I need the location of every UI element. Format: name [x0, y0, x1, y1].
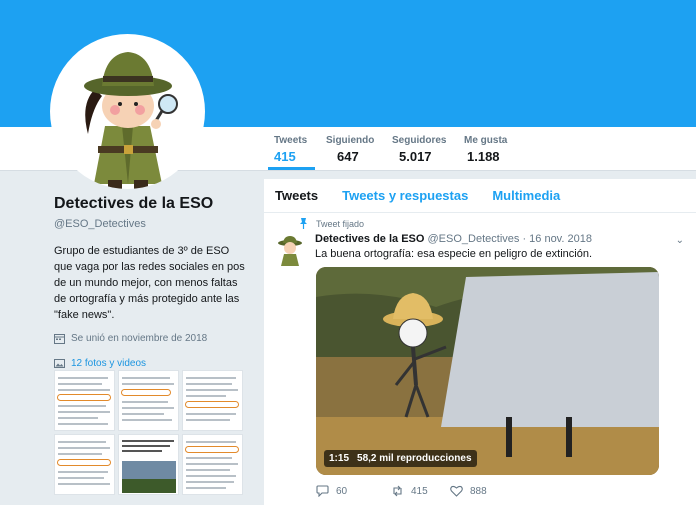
image-icon: [54, 359, 65, 368]
active-stat-underline: [268, 167, 315, 170]
media-link-text[interactable]: 12 fotos y videos: [71, 358, 146, 369]
retweet-count: 415: [411, 485, 428, 497]
tweet-video[interactable]: 1:15 58,2 mil reproducciones: [316, 267, 659, 475]
media-thumbnails: [54, 370, 244, 495]
stat-label: Seguidores: [392, 135, 447, 146]
reply-button[interactable]: 60: [316, 485, 374, 497]
stat-following[interactable]: Siguiendo 647: [326, 135, 374, 164]
tab-media[interactable]: Multimedia: [492, 188, 560, 203]
stat-value: 1.188: [467, 149, 500, 164]
profile-bio: Grupo de estudiantes de 3º de ESO que va…: [54, 245, 245, 321]
media-thumb[interactable]: [54, 434, 115, 495]
joined-text: Se unió en noviembre de 2018: [71, 333, 208, 344]
timeline-tabs: Tweets Tweets y respuestas Multimedia: [264, 179, 696, 213]
stat-label: Tweets: [274, 135, 308, 146]
media-thumb[interactable]: [118, 434, 179, 495]
retweet-icon: [393, 485, 402, 497]
like-count: 888: [470, 485, 487, 497]
media-link[interactable]: 12 fotos y videos: [54, 358, 254, 369]
stat-value: 5.017: [399, 149, 432, 164]
tweet-author-name[interactable]: Detectives de la ESO: [315, 233, 424, 245]
profile-name[interactable]: Detectives de la ESO: [54, 195, 254, 213]
like-icon: [450, 485, 463, 497]
video-views: 58,2 mil reproducciones: [357, 453, 472, 464]
video-time: 1:15: [329, 453, 350, 464]
reply-count: 60: [336, 485, 348, 497]
tweet-header: Detectives de la ESO @ESO_Detectives · 1…: [315, 233, 592, 245]
tab-tweets[interactable]: Tweets: [275, 188, 318, 203]
stat-tweets[interactable]: Tweets 415: [274, 135, 307, 164]
media-thumb[interactable]: [54, 370, 115, 431]
tweet-author-avatar[interactable]: [275, 234, 305, 268]
stat-likes[interactable]: Me gusta 1.188: [464, 135, 507, 164]
media-thumb[interactable]: [118, 370, 179, 431]
tweet-actions: 60 415 888: [316, 485, 508, 497]
tab-tweets-replies[interactable]: Tweets y respuestas: [342, 188, 468, 203]
video-badge: 1:15 58,2 mil reproducciones: [324, 450, 477, 467]
stat-label: Me gusta: [464, 135, 508, 146]
profile-handle[interactable]: @ESO_Detectives: [54, 218, 254, 230]
profile-avatar[interactable]: [50, 34, 205, 189]
pinned-label: Tweet fijado: [299, 218, 364, 229]
timeline: Tweets Tweets y respuestas Multimedia Tw…: [264, 179, 696, 505]
detective-avatar-icon: [84, 52, 178, 189]
tweet-handle-date[interactable]: @ESO_Detectives · 16 nov. 2018: [428, 233, 592, 245]
pinned-text: Tweet fijado: [316, 218, 365, 229]
video-frame: [316, 267, 659, 475]
calendar-icon: [54, 334, 65, 344]
like-button[interactable]: 888: [450, 485, 508, 497]
stat-value: 415: [274, 149, 296, 164]
profile-card: Detectives de la ESO @ESO_Detectives Gru…: [54, 195, 254, 369]
chevron-down-icon[interactable]: ⌄: [676, 235, 684, 246]
stat-label: Siguiendo: [326, 135, 375, 146]
retweet-button[interactable]: 415: [391, 485, 449, 497]
stat-value: 647: [337, 149, 359, 164]
media-thumb[interactable]: [182, 370, 243, 431]
reply-icon: [316, 485, 329, 497]
pin-icon: [300, 218, 307, 229]
media-thumb[interactable]: [182, 434, 243, 495]
joined-date: Se unió en noviembre de 2018: [54, 333, 254, 344]
stat-followers[interactable]: Seguidores 5.017: [392, 135, 446, 164]
tweet-text: La buena ortografía: esa especie en peli…: [315, 248, 593, 260]
